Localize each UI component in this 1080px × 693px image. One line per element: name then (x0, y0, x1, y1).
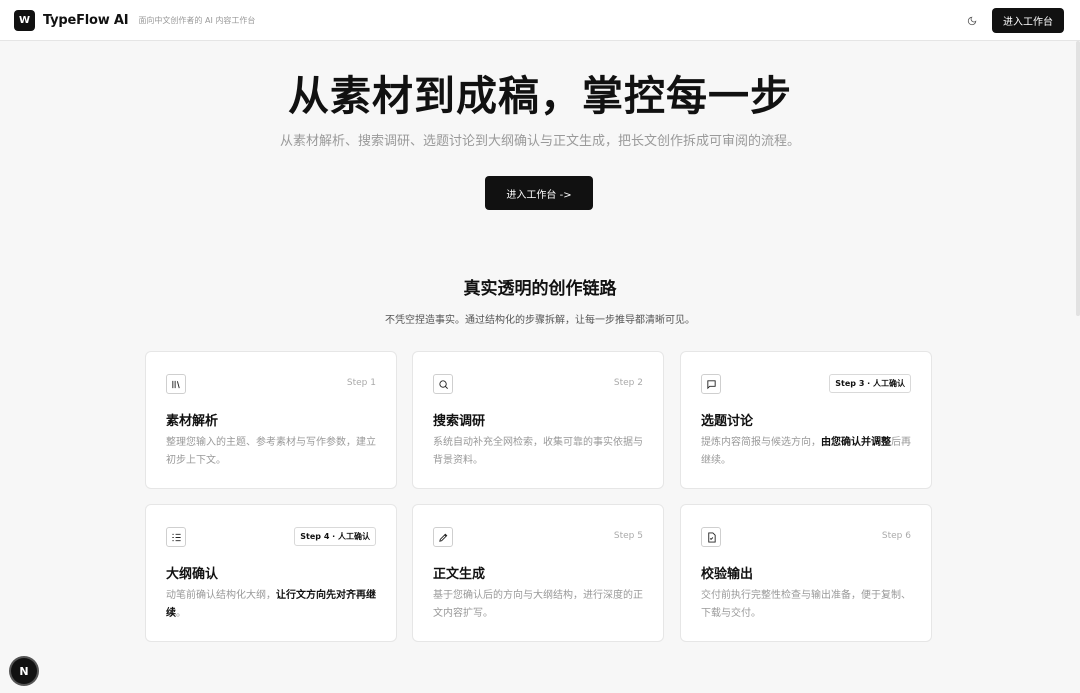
file-check-icon (701, 527, 721, 547)
top-navbar: W TypeFlow AI 面向中文创作者的 AI 内容工作台 进入工作台 (0, 0, 1080, 41)
hero-title: 从素材到成稿，掌控每一步 (288, 72, 792, 120)
step-label: Step 6 (881, 531, 911, 541)
step-badge: Step 3 · 人工确认 (829, 374, 911, 393)
step-emphasis: 由您确认并调整 (821, 437, 891, 448)
step-description: 基于您确认后的方向与大纲结构，进行深度的正文内容扩写。 (433, 590, 643, 619)
section-subtitle: 不凭空捏造事实。通过结构化的步骤拆解，让每一步推导都清晰可见。 (385, 315, 695, 326)
message-icon (701, 374, 721, 394)
step-label: Step 5 (613, 531, 643, 541)
step-title: 正文生成 (433, 567, 486, 582)
library-icon (166, 374, 186, 394)
step-title: 搜索调研 (433, 414, 486, 429)
app-logo[interactable]: W (14, 9, 35, 31)
pen-icon (433, 527, 453, 547)
step-title: 校验输出 (701, 567, 754, 582)
step-title: 选题讨论 (701, 414, 754, 429)
step-title: 大纲确认 (166, 567, 219, 582)
enter-workspace-button[interactable]: 进入工作台 (992, 7, 1064, 33)
brand-name[interactable]: TypeFlow AI (43, 13, 129, 28)
theme-toggle-button[interactable] (962, 10, 982, 30)
moon-icon (967, 11, 977, 30)
brand-tagline: 面向中文创作者的 AI 内容工作台 (138, 15, 256, 25)
step-description: 整理您输入的主题、参考素材与写作参数，建立初步上下文。 (166, 437, 376, 466)
step-description: 交付前执行完整性检查与输出准备，便于复制、下载与交付。 (701, 590, 911, 619)
step-description: 动笔前确认结构化大纲，让行文方向先对齐再继续。 (166, 590, 376, 619)
step-card-1: Step 1 素材解析 整理您输入的主题、参考素材与写作参数，建立初步上下文。 (145, 351, 397, 489)
hero-subtitle: 从素材解析、搜索调研、选题讨论到大纲确认与正文生成，把长文创作拆成可审阅的流程。 (279, 134, 800, 149)
step-label: Step 1 (346, 378, 376, 388)
search-icon (433, 374, 453, 394)
step-card-3: Step 3 · 人工确认 选题讨论 提炼内容简报与候选方向，由您确认并调整后再… (680, 351, 932, 489)
page: W TypeFlow AI 面向中文创作者的 AI 内容工作台 进入工作台 从素… (0, 0, 1080, 693)
step-card-5: Step 5 正文生成 基于您确认后的方向与大纲结构，进行深度的正文内容扩写。 (412, 504, 664, 642)
step-title: 素材解析 (166, 414, 219, 429)
step-card-2: Step 2 搜索调研 系统自动补充全网检索，收集可靠的事实依据与背景资料。 (412, 351, 664, 489)
step-description: 提炼内容简报与候选方向，由您确认并调整后再继续。 (701, 437, 911, 466)
section-title: 真实透明的创作链路 (463, 279, 617, 299)
next-devtools-badge[interactable]: N (11, 658, 37, 684)
step-description: 系统自动补充全网检索，收集可靠的事实依据与背景资料。 (433, 437, 643, 466)
step-label: Step 2 (613, 378, 643, 388)
hero-enter-workspace-button[interactable]: 进入工作台 -> (485, 176, 593, 210)
step-card-6: Step 6 校验输出 交付前执行完整性检查与输出准备，便于复制、下载与交付。 (680, 504, 932, 642)
step-badge: Step 4 · 人工确认 (294, 527, 376, 546)
step-card-4: Step 4 · 人工确认 大纲确认 动笔前确认结构化大纲，让行文方向先对齐再继… (145, 504, 397, 642)
list-icon (166, 527, 186, 547)
